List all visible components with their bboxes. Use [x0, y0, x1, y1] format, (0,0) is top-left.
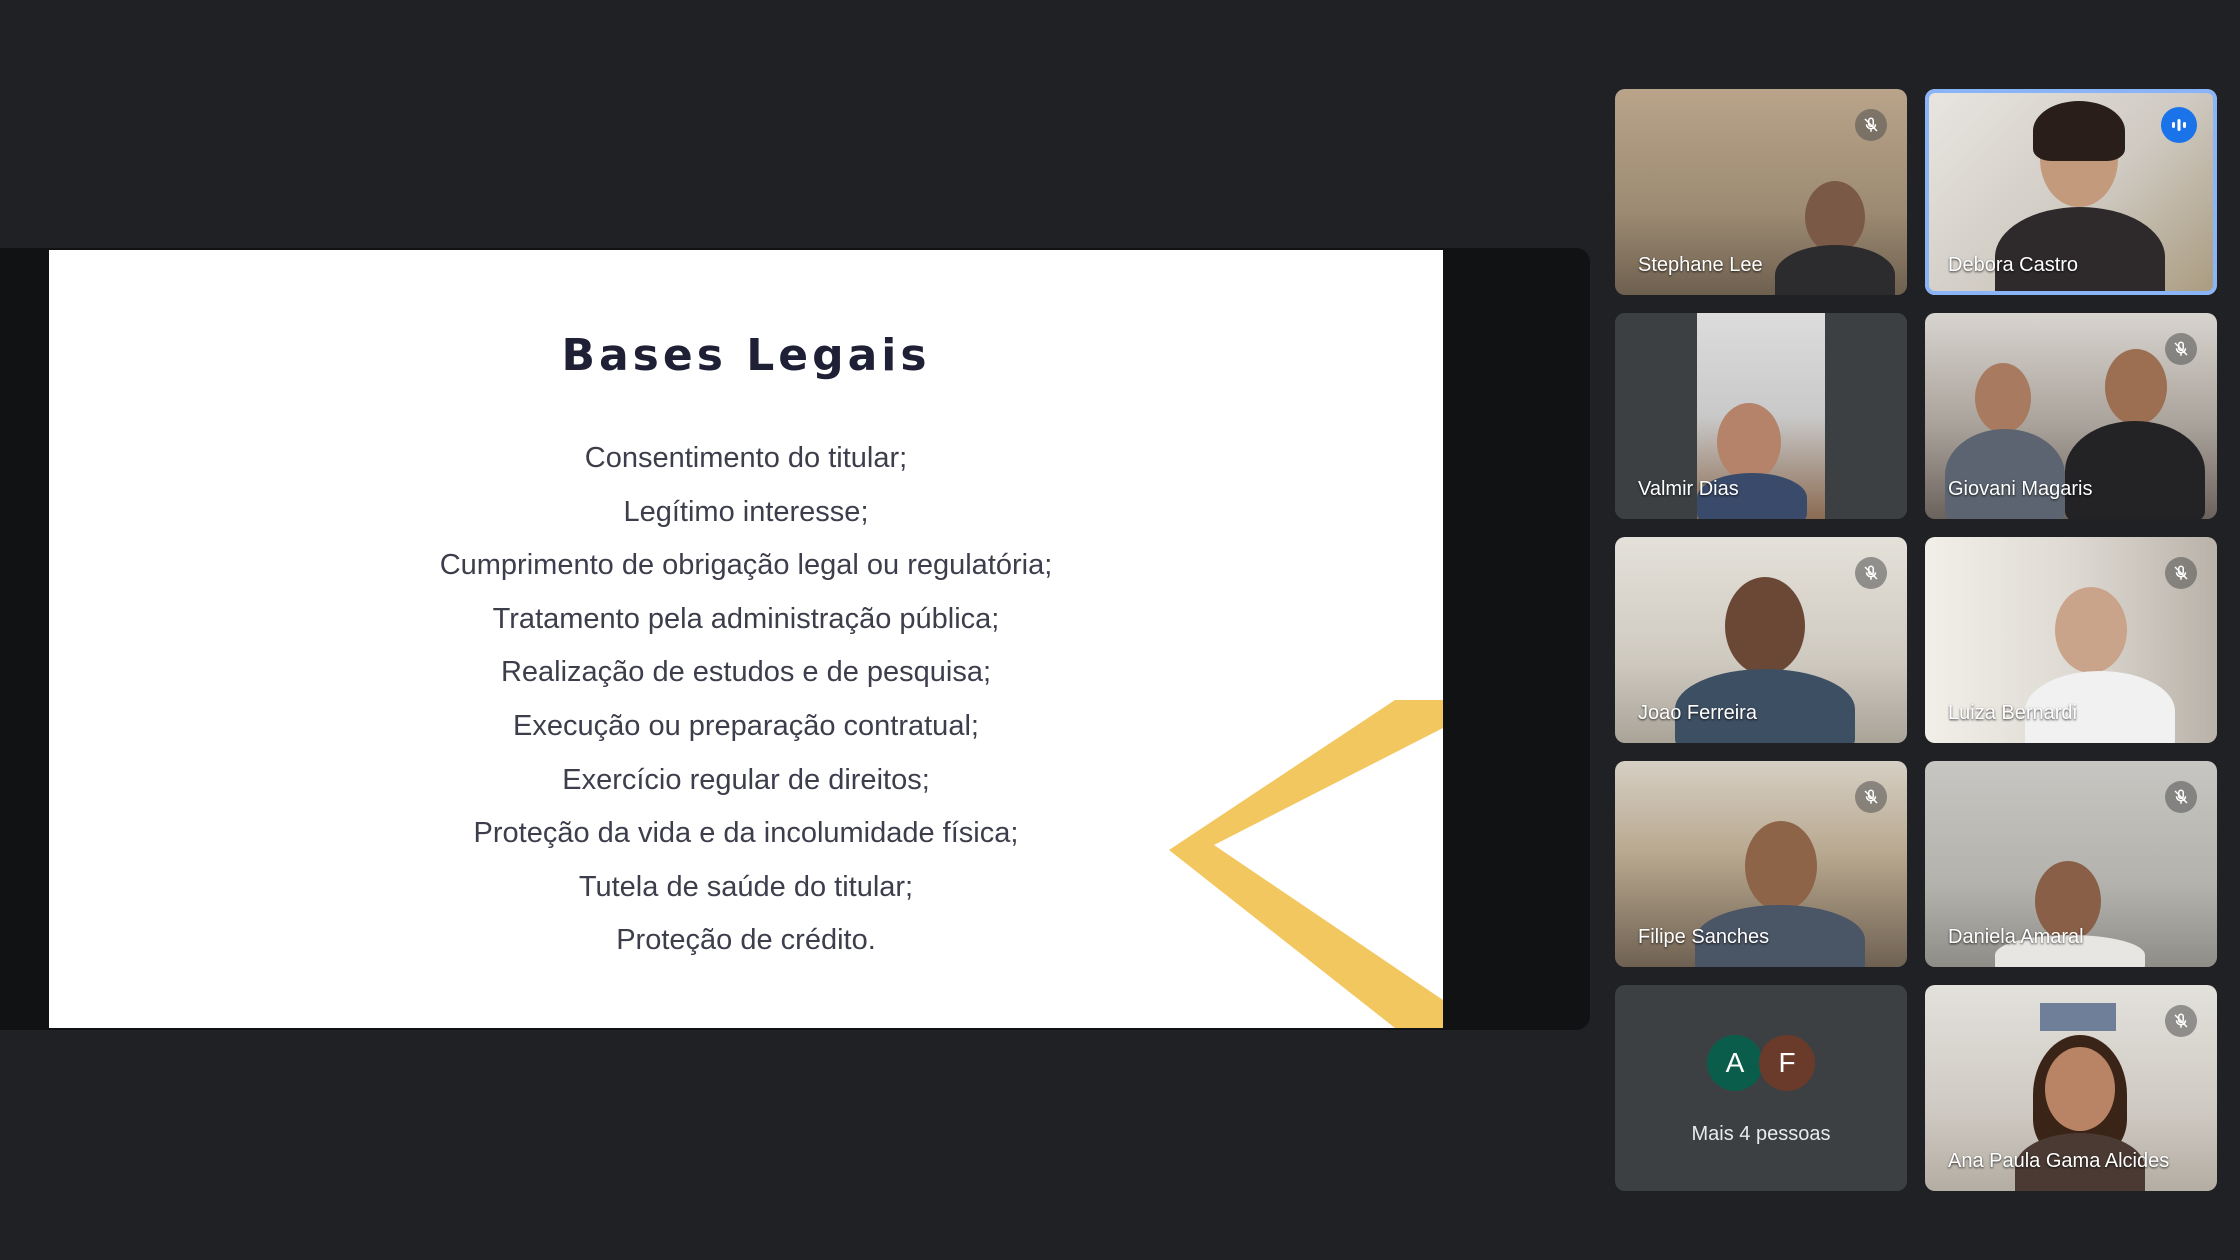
mic-off-icon [1855, 557, 1887, 589]
participant-name: Joao Ferreira [1638, 702, 1757, 724]
participant-name: Valmir Dias [1638, 478, 1739, 500]
mic-off-icon [2165, 557, 2197, 589]
participant-name: Stephane Lee [1638, 254, 1763, 276]
wall-picture [2040, 1003, 2116, 1031]
slide-line: Consentimento do titular; [584, 442, 908, 474]
mic-off-icon [2165, 781, 2197, 813]
participant-name: Debora Castro [1948, 254, 2079, 276]
mic-off-icon [2165, 333, 2197, 365]
mic-off-icon [1855, 781, 1887, 813]
presentation-stage: Bases Legais Consentimento do titular; L… [0, 248, 1590, 1030]
participant-tile[interactable]: Luiza Bernardi [1925, 537, 2217, 743]
participant-avatar: A [1707, 1035, 1763, 1091]
more-participants-label: Mais 4 pessoas [1691, 1123, 1831, 1145]
slide-line: Legítimo interesse; [623, 495, 869, 528]
participant-tile[interactable]: Ana Paula Gama Alcides [1925, 985, 2217, 1191]
slide-title: Bases Legais [561, 330, 931, 381]
participant-name: Giovani Magaris [1948, 478, 2093, 500]
participant-name: Daniela Amaral [1948, 926, 2084, 948]
participant-name: Filipe Sanches [1638, 926, 1770, 948]
participant-tile[interactable]: Valmir Dias [1615, 313, 1907, 519]
participant-tile[interactable]: Stephane Lee [1615, 89, 1907, 295]
slide-line: Tratamento pela administração pública; [492, 602, 1000, 635]
person-figure [1765, 181, 1905, 295]
participant-tile[interactable]: Filipe Sanches [1615, 761, 1907, 967]
participant-tile[interactable]: Giovani Magaris [1925, 313, 2217, 519]
participant-name: Luiza Bernardi [1948, 702, 2077, 724]
slide-decoration-chevron [1169, 700, 1443, 1028]
participant-tile-active-speaker[interactable]: Debora Castro [1925, 89, 2217, 295]
slide-line: Realização de estudos e de pesquisa; [500, 656, 992, 689]
participant-tile[interactable]: Joao Ferreira [1615, 537, 1907, 743]
mic-off-icon [1855, 109, 1887, 141]
participant-avatar: F [1759, 1035, 1815, 1091]
presentation-slide: Bases Legais Consentimento do titular; L… [49, 250, 1443, 1028]
speaking-indicator-icon [2161, 107, 2197, 143]
participant-tile[interactable]: Daniela Amaral [1925, 761, 2217, 967]
slide-line: Cumprimento de obrigação legal ou regula… [439, 549, 1053, 582]
person-figure [1995, 861, 2145, 967]
mic-off-icon [2165, 1005, 2197, 1037]
person-figure [1697, 403, 1807, 519]
more-participants-tile[interactable]: A F Mais 4 pessoas [1615, 985, 1907, 1191]
participant-name: Ana Paula Gama Alcides [1948, 1150, 2170, 1172]
